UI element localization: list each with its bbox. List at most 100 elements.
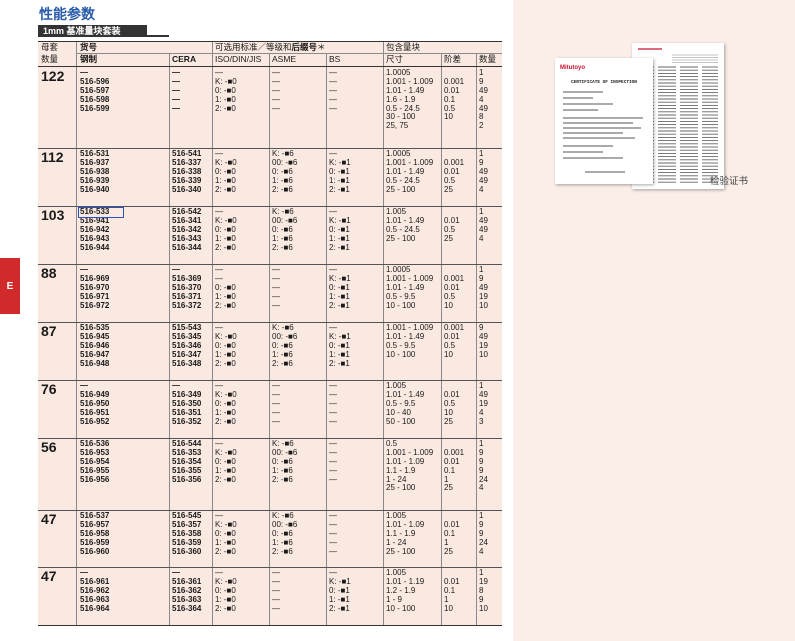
cell-size: 10 - 100	[386, 300, 416, 310]
cell-cera: 516-344	[172, 242, 202, 252]
col-bs: — — — — —	[329, 68, 337, 131]
col-cera: —516-369 516-370 516-371 516-372	[172, 265, 201, 310]
set-quantity: 88	[41, 265, 57, 281]
col-asme: — — — — —	[272, 381, 280, 426]
col-count: 1 9 9 24 4	[479, 511, 488, 556]
col-size: 1.0005 1.001 - 1.009 1.01 - 1.49 0.5 - 9.5 1…	[386, 265, 433, 310]
cell-asme	[272, 113, 280, 122]
cell-asme: 2: -■6	[272, 184, 293, 194]
group-divider	[38, 567, 502, 568]
cell-asme	[272, 484, 297, 493]
cell-iso: 2: -■0	[215, 184, 236, 194]
cell-count: 4	[479, 184, 484, 194]
cell-cera: 516-364	[172, 603, 202, 613]
cell-size	[386, 360, 433, 369]
col-step: 0.001 0.01 0.5 10	[444, 266, 464, 310]
col-iso: — K: -■0 0: -■0 1: -■0 2: -■0	[215, 439, 237, 493]
col-bs: — — — — —	[329, 511, 337, 556]
set-quantity: 103	[41, 207, 65, 223]
header-grade-suffix: ＊	[317, 42, 326, 52]
cell-bs: 2: -■1	[329, 358, 350, 368]
col-cera: —516-361 516-362 516-363 516-364	[172, 568, 202, 613]
cell-bs	[329, 113, 337, 122]
set-group: 88 —516-969 516-970 516-971 516-972 —516-369 5…	[38, 264, 502, 322]
col-steel: —516-596 516-597 516-598 516-599	[80, 68, 109, 131]
cell-steel	[80, 122, 109, 131]
cell-count: 10	[479, 349, 488, 359]
group-divider	[38, 510, 502, 511]
side-tab[interactable]: E	[0, 258, 20, 314]
group-divider	[38, 264, 502, 265]
header-size: 尺寸	[386, 54, 404, 64]
cell-step: 10	[444, 112, 453, 122]
col-step: 0.01 0.5 10 25	[444, 382, 460, 426]
set-group: 76 —516-949 516-950 516-951 516-952 —516-349 5…	[38, 380, 502, 438]
cell-steel	[80, 484, 109, 493]
cell-iso: 2: -■0	[215, 300, 236, 310]
header-included: 包含量块	[386, 42, 421, 52]
cell-bs: 2: -■1	[329, 242, 350, 252]
cell-iso: 2: -■0	[215, 242, 236, 252]
set-group: 87 516-535 516-945 516-946 516-947 516-948 515…	[38, 322, 502, 380]
set-quantity: 47	[41, 511, 57, 527]
cell-bs: 2: -■1	[329, 603, 350, 613]
section-underline	[147, 35, 169, 37]
col-count: 1 9 49 49 4	[479, 149, 488, 194]
cell-cera: 516-340	[172, 184, 202, 194]
col-step: 0.001 0.01 0.1 0.5 10	[444, 69, 464, 131]
set-group: 122 —516-596 516-597 516-598 516-599 — — — — — — K:…	[38, 67, 502, 148]
col-iso: — K: -■0 0: -■0 1: -■0 2: -■0	[215, 207, 237, 252]
col-step: 0.01 0.1 1 25	[444, 512, 460, 556]
cell-cera	[172, 113, 180, 122]
header-asme: ASME	[272, 54, 297, 64]
col-steel: 516-536 516-953 516-954 516-955 516-956	[80, 439, 109, 493]
cell-step: 25	[444, 416, 453, 426]
col-size: 1.005 1.01 - 1.09 1.1 - 1.9 1 - 24 25 - 100	[386, 511, 424, 556]
col-bs: — — — — —	[329, 381, 337, 426]
cell-step: 25	[444, 184, 453, 194]
cell-size: 50 - 100	[386, 416, 416, 426]
col-iso: — —0: -■0 1: -■0 2: -■0	[215, 265, 236, 310]
certificate-front: Mitutoyo CERTIFICATE OF INSPECTION	[555, 58, 653, 184]
set-quantity: 87	[41, 323, 57, 339]
col-count: 1 49 19 4 3	[479, 381, 488, 426]
cell-iso: 2: -■0	[215, 416, 236, 426]
cell-step: 25	[444, 546, 453, 556]
col-step: 0.01 0.1 1 10	[444, 569, 460, 613]
cell-asme: 2: -■6	[272, 358, 293, 368]
cell-cera: 516-352	[172, 416, 202, 426]
header-divider	[76, 53, 502, 54]
section-bar: 1mm 基准量块套装	[38, 25, 169, 37]
col-step: 0.001 0.01 0.5 25	[444, 150, 464, 194]
cell-iso: 2: -■0	[215, 358, 236, 368]
col-count: 1 9 49 19 10	[479, 265, 488, 310]
cell-iso	[215, 113, 237, 122]
col-steel: —516-949 516-950 516-951 516-952	[80, 381, 109, 426]
cell-iso	[215, 122, 237, 131]
cell-asme: 2: -■6	[272, 242, 293, 252]
cell-steel	[80, 113, 109, 122]
cell-size: 25, 75	[386, 121, 409, 131]
cell-iso: 2: -■0	[215, 603, 236, 613]
col-asme: — — — — —	[272, 568, 280, 613]
cell-bs: —	[329, 103, 337, 113]
col-size: 1.005 1.01 - 1.19 1.2 - 1.9 1 - 9 10 - 100	[386, 568, 424, 613]
cell-steel: 516-940	[80, 184, 110, 194]
col-bs: — K: -■1 0: -■1 1: -■1 2: -■1	[329, 568, 351, 613]
cell-size: 25 - 100	[386, 546, 416, 556]
cell-size: 25 - 100	[386, 184, 416, 194]
cell-bs: —	[329, 546, 337, 556]
cell-iso: 2: -■0	[215, 546, 236, 556]
col-count: 1 9 49 4 49 8 2	[479, 68, 488, 131]
set-quantity: 76	[41, 381, 57, 397]
cell-size	[386, 244, 424, 253]
col-iso: — K: -■0 0: -■0 1: -■0 2: -■0	[215, 323, 237, 368]
certificate-title: CERTIFICATE OF INSPECTION	[571, 80, 637, 85]
cell-count: 2	[479, 121, 484, 131]
cell-cera: 516-348	[172, 358, 202, 368]
header-mother: 母套	[41, 42, 59, 52]
col-iso: — K: -■0 0: -■0 1: -■0 2: -■0	[215, 68, 237, 131]
col-size: 0.5 1.001 - 1.009 1.01 - 1.09 1.1 - 1.9 1 - …	[386, 439, 433, 493]
cell-step	[444, 122, 464, 131]
col-size: 1.0005 1.001 - 1.009 1.01 - 1.49 0.5 - 24.5…	[386, 149, 433, 194]
